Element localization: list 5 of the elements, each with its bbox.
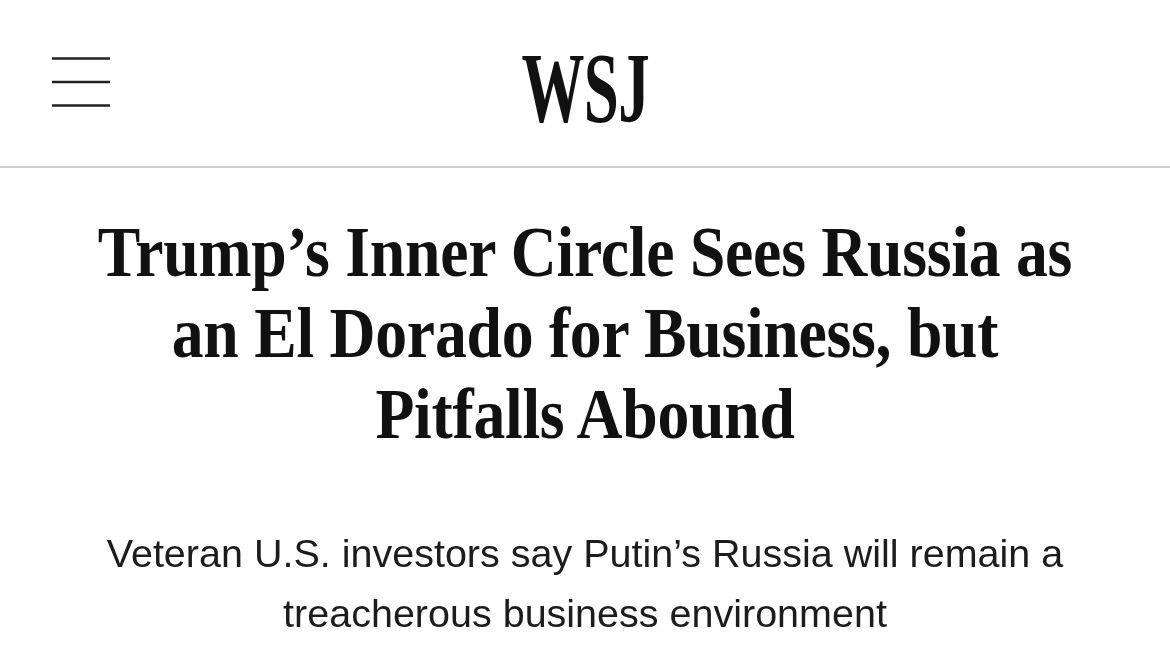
article-headline: Trump’s Inner Circle Sees Russia as an El Dorado for Business, but Pitfalls Abound: [96, 212, 1074, 455]
menu-icon: [51, 56, 111, 108]
site-logo[interactable]: WSJ: [521, 38, 649, 138]
article-summary: Veteran U.S. investors say Putin’s Russia will remain a treacherous business environment: [105, 530, 1065, 637]
menu-button[interactable]: [51, 56, 111, 108]
